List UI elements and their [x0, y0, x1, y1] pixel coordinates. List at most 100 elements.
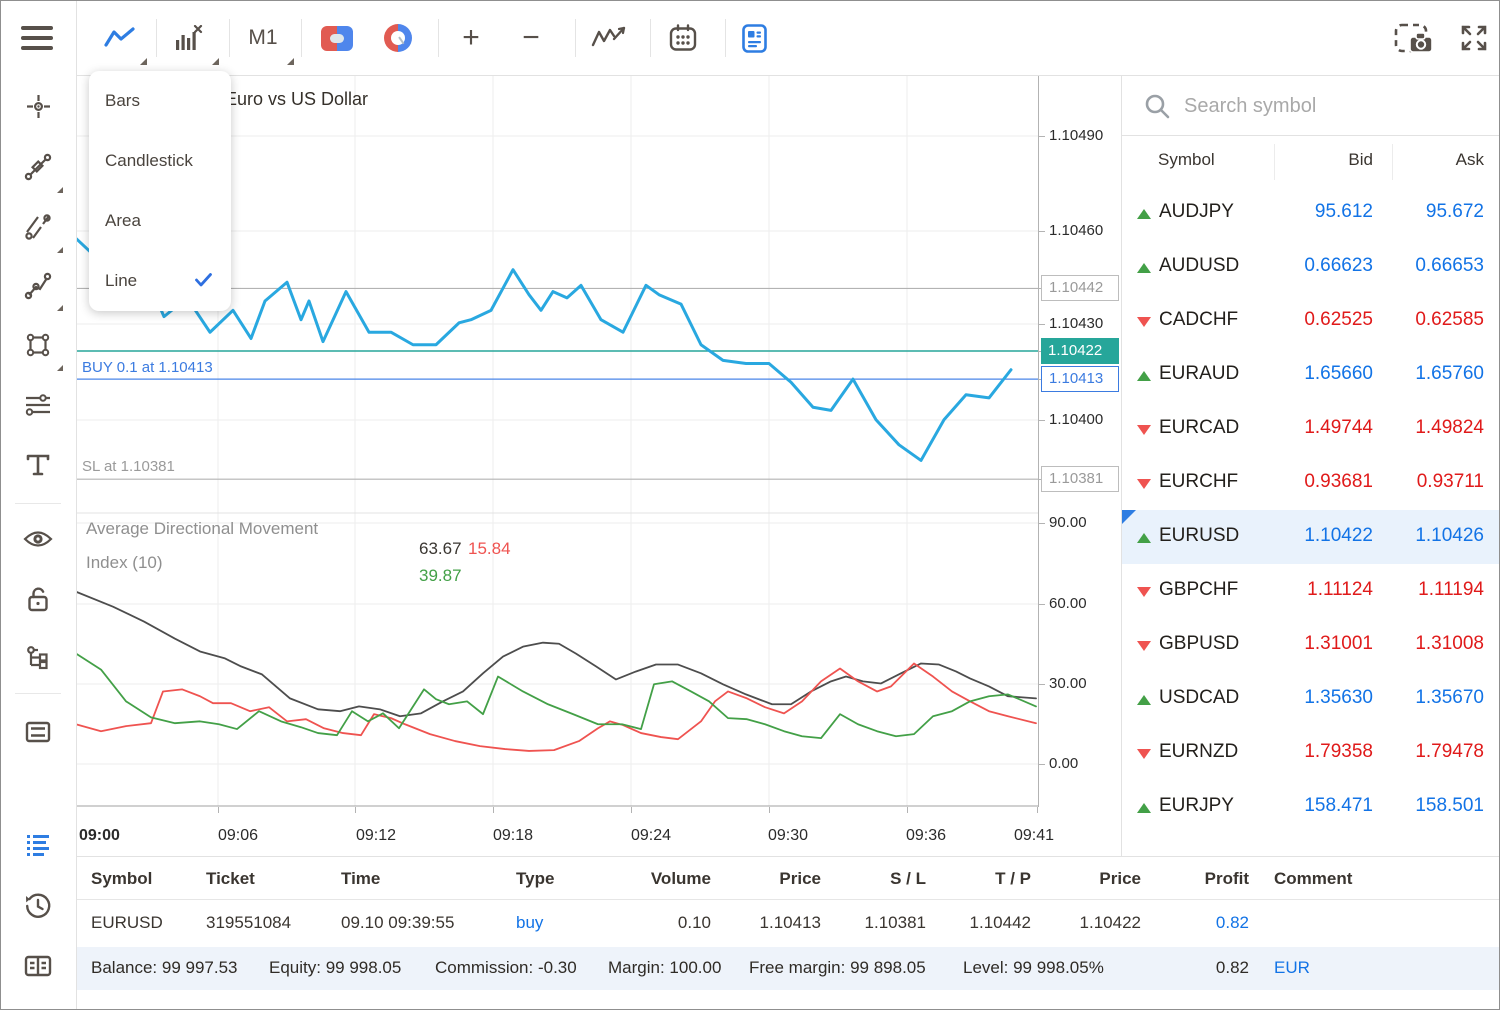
channels-tool-button[interactable] — [1, 201, 75, 253]
shapes-tool-button[interactable] — [1, 319, 75, 371]
th-ticket[interactable]: Ticket — [206, 869, 255, 889]
trade-ticket: 319551084 — [206, 913, 291, 933]
th-comment[interactable]: Comment — [1274, 869, 1352, 889]
timeframe-button[interactable]: M1 — [241, 1, 285, 75]
th-price-current[interactable]: Price — [1099, 869, 1141, 889]
up-arrow-icon — [1137, 695, 1151, 705]
eye-icon — [23, 528, 53, 550]
fullscreen-button[interactable] — [1453, 1, 1495, 75]
zoom-in-button[interactable]: + — [451, 1, 491, 75]
market-hours-icon — [384, 24, 412, 52]
zoom-out-button[interactable]: − — [511, 1, 551, 75]
text-tool-button[interactable] — [1, 439, 75, 491]
ask-value: 95.672 — [1426, 201, 1484, 223]
ask-value: 0.93711 — [1417, 471, 1484, 493]
dropdown-corner-indicator — [57, 247, 63, 253]
down-arrow-icon — [1137, 587, 1151, 597]
market-watch-row[interactable]: EURCAD1.497441.49824 — [1122, 402, 1499, 456]
th-time[interactable]: Time — [341, 869, 380, 889]
menu-item-line[interactable]: Line — [89, 251, 231, 311]
indicators-button[interactable] — [589, 1, 629, 75]
trade-list-button[interactable] — [1, 818, 75, 870]
dropdown-corner-indicator — [140, 58, 147, 65]
column-symbol[interactable]: Symbol — [1158, 150, 1215, 170]
market-watch-row[interactable]: EURCHF0.936810.93711 — [1122, 456, 1499, 510]
time-axis-label: 09:41 — [1014, 827, 1054, 845]
market-watch-row[interactable]: GBPUSD1.310011.31008 — [1122, 618, 1499, 672]
menu-item-bars[interactable]: Bars — [89, 71, 231, 131]
journal-button[interactable] — [1, 940, 75, 992]
crosshair-icon — [25, 93, 52, 120]
market-hours-button[interactable] — [381, 1, 415, 75]
dropdown-corner-indicator — [57, 187, 63, 193]
column-bid[interactable]: Bid — [1348, 150, 1373, 170]
ask-value: 1.49824 — [1415, 417, 1484, 439]
market-watch-row[interactable]: AUDJPY95.61295.672 — [1122, 186, 1499, 240]
crosshair-tool-button[interactable] — [1, 80, 75, 132]
price-axis-label: 1.10400 — [1049, 411, 1103, 428]
dropdown-corner-indicator — [287, 58, 294, 65]
market-watch-row[interactable]: AUDUSD0.666230.66653 — [1122, 240, 1499, 294]
main-menu-icon[interactable] — [21, 26, 53, 50]
unlock-button[interactable] — [1, 573, 75, 625]
trade-profit: 0.82 — [1216, 913, 1249, 933]
object-list-button[interactable] — [1, 632, 75, 684]
price-axis-label: 1.10490 — [1049, 127, 1103, 144]
time-axis[interactable]: 09:0009:0609:1209:1809:2409:3009:3609:41 — [77, 807, 1121, 856]
time-axis-label: 09:12 — [356, 827, 396, 845]
market-watch-row[interactable]: CADCHF0.625250.62585 — [1122, 294, 1499, 348]
market-watch-row[interactable]: EURNZD1.793581.79478 — [1122, 726, 1499, 780]
dropdown-corner-indicator — [212, 58, 219, 65]
search-input[interactable] — [1182, 88, 1486, 124]
market-watch-row[interactable]: USDCAD1.356301.35670 — [1122, 672, 1499, 726]
dropdown-corner-indicator — [57, 365, 63, 371]
calendar-button[interactable] — [663, 1, 703, 75]
symbol-search — [1122, 76, 1499, 136]
trade-dialog-button[interactable] — [1, 706, 75, 758]
one-click-trading-button[interactable] — [319, 1, 355, 75]
trade-sl: 1.10381 — [865, 913, 926, 933]
market-watch-row[interactable]: EURUSD1.104221.10426 — [1122, 510, 1499, 564]
menu-item-area[interactable]: Area — [89, 191, 231, 251]
history-clock-icon — [24, 892, 52, 920]
th-tp[interactable]: T / P — [995, 869, 1031, 889]
th-price-open[interactable]: Price — [779, 869, 821, 889]
polyline-tool-button[interactable] — [1, 260, 75, 312]
menu-item-candlestick[interactable]: Candlestick — [89, 131, 231, 191]
price-axis[interactable]: 1.104901.104601.104421.104301.104221.104… — [1038, 76, 1122, 807]
trades-panel: Symbol Ticket Time Type Volume Price S /… — [77, 856, 1499, 1010]
up-arrow-icon — [1137, 533, 1151, 543]
column-ask[interactable]: Ask — [1456, 150, 1484, 170]
visibility-button[interactable] — [1, 513, 75, 565]
objects-remove-button[interactable] — [167, 1, 211, 75]
connected-points-icon — [24, 272, 52, 300]
search-icon — [1144, 93, 1170, 119]
measure-tool-button[interactable] — [1, 141, 75, 193]
price-axis-label: 1.10430 — [1049, 315, 1103, 332]
down-arrow-icon — [1137, 425, 1151, 435]
trade-symbol[interactable]: EURUSD — [91, 913, 163, 933]
news-button[interactable] — [734, 1, 774, 75]
indicator-value-adx: 63.67 — [419, 539, 462, 559]
commission-value: Commission: -0.30 — [435, 958, 577, 978]
th-sl[interactable]: S / L — [890, 869, 926, 889]
time-axis-label: 09:24 — [631, 827, 671, 845]
levels-tool-button[interactable] — [1, 379, 75, 431]
indicator-name-line1: Average Directional Movement — [86, 519, 318, 539]
chart-type-button[interactable] — [98, 1, 142, 75]
th-volume[interactable]: Volume — [651, 869, 711, 889]
free-margin-value: Free margin: 99 898.05 — [749, 958, 926, 978]
symbol-name: EURUSD — [1159, 525, 1239, 547]
screenshot-button[interactable] — [1393, 1, 1435, 75]
history-button[interactable] — [1, 880, 75, 932]
market-watch-row[interactable]: GBPCHF1.111241.11194 — [1122, 564, 1499, 618]
minus-icon: − — [522, 23, 540, 53]
symbol-name: CADCHF — [1159, 309, 1238, 331]
th-type[interactable]: Type — [516, 869, 554, 889]
th-profit[interactable]: Profit — [1205, 869, 1249, 889]
market-watch-row[interactable]: EURAUD1.656601.65760 — [1122, 348, 1499, 402]
market-watch-row[interactable]: EURJPY158.471158.501 — [1122, 780, 1499, 834]
symbol-name: EURNZD — [1159, 741, 1238, 763]
th-symbol[interactable]: Symbol — [91, 869, 152, 889]
trade-price-open: 1.10413 — [760, 913, 821, 933]
